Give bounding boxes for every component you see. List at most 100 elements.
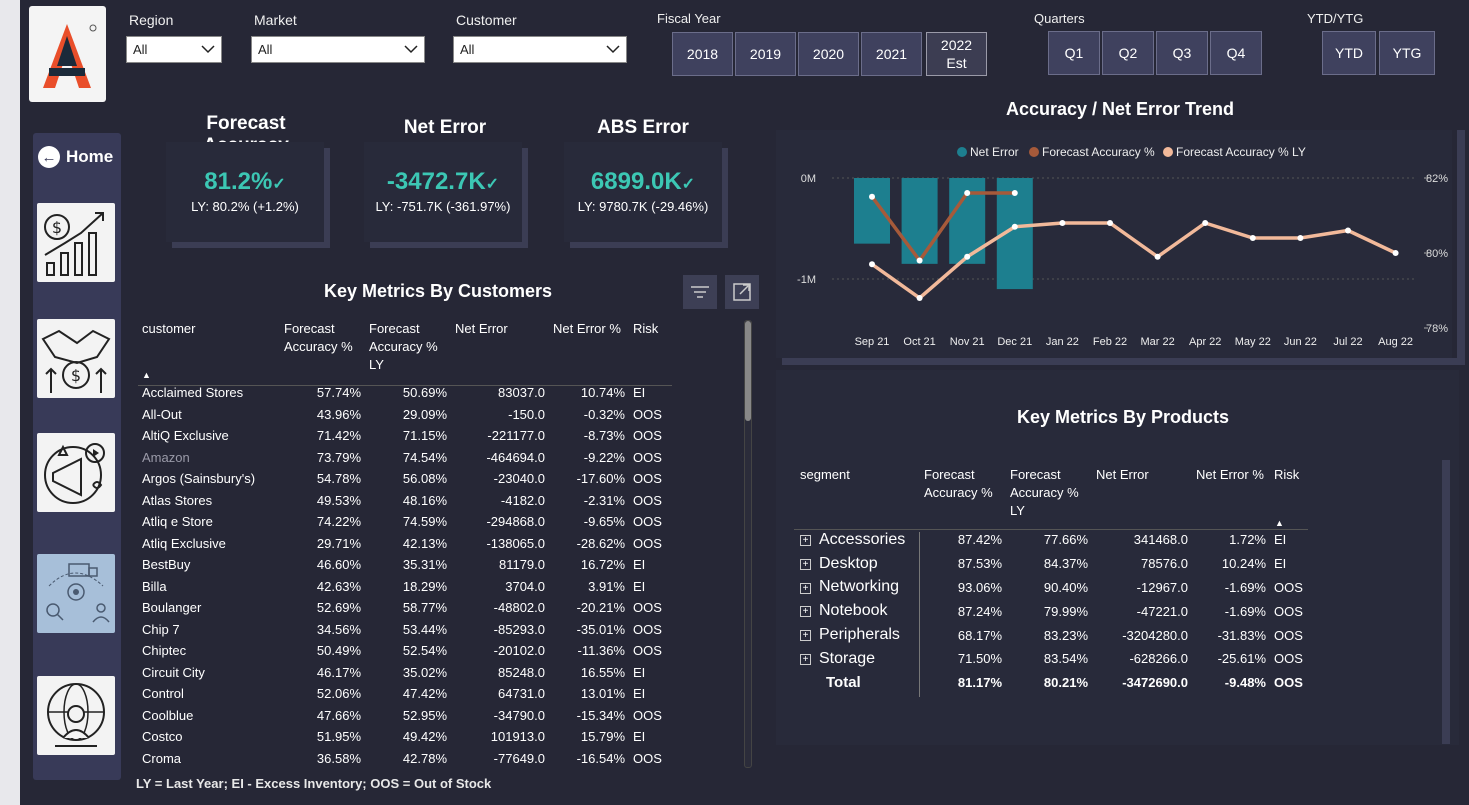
table-row[interactable]: Atliq Exclusive 29.71% 42.13% -138065.0 -28.…	[138, 533, 672, 555]
market-value: All	[258, 42, 273, 57]
table-row[interactable]: Billa 42.63% 18.29% 3704.0 3.91% EI	[138, 576, 672, 598]
expand-icon[interactable]: +	[800, 606, 811, 618]
scrollbar-thumb[interactable]	[745, 321, 751, 421]
customer-name-cell: Circuit City	[142, 664, 205, 680]
table-row[interactable]: Argos (Sainsbury's) 54.78% 56.08% -23040.0 -…	[138, 468, 672, 490]
table-row[interactable]: AltiQ Exclusive 71.42% 71.15% -221177.0 -8.7…	[138, 425, 672, 447]
nav-supply-chain-view[interactable]	[37, 554, 115, 633]
table-row[interactable]: Circuit City 46.17% 35.02% 85248.0 16.55% EI	[138, 662, 672, 684]
metric-cell: -31.83%	[1217, 627, 1266, 643]
metric-cell: 46.17%	[316, 664, 361, 680]
col-header-net-error-pct[interactable]: Net Error %	[549, 320, 629, 382]
col-header-forecast-accuracy-ly[interactable]: Forecast Accuracy % LY	[365, 320, 451, 382]
filter-icon[interactable]	[683, 275, 717, 309]
table-row[interactable]: Coolblue 47.66% 52.95% -34790.0 -15.34% OOS	[138, 705, 672, 727]
expand-icon[interactable]: +	[800, 558, 811, 570]
metric-cell: EI	[633, 557, 646, 573]
fy-2019-button[interactable]: 2019	[735, 32, 796, 76]
home-button[interactable]: ← Home	[38, 146, 113, 168]
table-row[interactable]: Atliq e Store 74.22% 74.59% -294868.0 -9.65%…	[138, 511, 672, 533]
metric-cell: 74.22%	[316, 514, 361, 530]
fy-2021-button[interactable]: 2021	[861, 32, 922, 76]
table-row[interactable]: All-Out 43.96% 29.09% -150.0 -0.32% OOS	[138, 404, 672, 426]
scrollbar-track[interactable]	[744, 320, 752, 768]
table-row[interactable]: Control 52.06% 47.42% 64731.0 13.01% EI	[138, 683, 672, 705]
table-row[interactable]: Atlas Stores 49.53% 48.16% -4182.0 -2.31% OOS	[138, 490, 672, 512]
table-row[interactable]: Boulanger 52.69% 58.77% -48802.0 -20.21% OOS	[138, 597, 672, 619]
panel-shadow	[1457, 130, 1465, 365]
metric-cell: -464694.0	[486, 449, 545, 465]
expand-icon[interactable]: +	[800, 582, 811, 594]
col-header-customer[interactable]: customer	[138, 320, 280, 382]
market-dropdown[interactable]: All	[251, 36, 425, 63]
q3-button[interactable]: Q3	[1156, 31, 1208, 75]
customer-name-cell: Chip 7	[142, 621, 180, 637]
row-header-divider	[919, 532, 920, 697]
metric-cell: OOS	[633, 492, 662, 508]
col-header-net-error-pct[interactable]: Net Error %	[1192, 466, 1270, 528]
col-header-forecast-accuracy[interactable]: Forecast Accuracy %	[280, 320, 365, 382]
table-row[interactable]: Chip 7 34.56% 53.44% -85293.0 -35.01% OOS	[138, 619, 672, 641]
total-cell: OOS	[1274, 675, 1303, 691]
x-axis-tick: Jan 22	[1046, 336, 1079, 348]
customer-dropdown[interactable]: All	[453, 36, 627, 63]
svg-text:$: $	[52, 218, 62, 237]
table-row[interactable]: + Storage 71.50% 83.54% -628266.0 -25.61% OOS	[796, 647, 1310, 671]
metric-cell: -221177.0	[487, 428, 545, 444]
table-row[interactable]: + Peripherals 68.17% 83.23% -3204280.0 -31.83…	[796, 623, 1310, 647]
segment-cell: + Notebook	[796, 599, 920, 623]
nav-sales-view[interactable]: $	[37, 319, 115, 398]
fy-2022-est-button[interactable]: 2022 Est	[926, 32, 987, 76]
col-header-forecast-accuracy-ly[interactable]: Forecast Accuracy % LY	[1006, 466, 1092, 528]
col-header-net-error[interactable]: Net Error	[1092, 466, 1192, 528]
region-dropdown[interactable]: All	[126, 36, 222, 63]
col-header-segment[interactable]: segment	[796, 466, 920, 528]
q4-button[interactable]: Q4	[1210, 31, 1262, 75]
metric-cell: 16.72%	[580, 557, 625, 573]
line-point	[869, 261, 875, 268]
line-point	[1059, 220, 1066, 226]
table-row[interactable]: Amazon 73.79% 74.54% -464694.0 -9.22% OOS	[138, 447, 672, 469]
table-row[interactable]: Costco 51.95% 49.42% 101913.0 15.79% EI	[138, 726, 672, 748]
table-row[interactable]: + Networking 93.06% 90.40% -12967.0 -1.69% OOS	[796, 576, 1310, 600]
metric-cell: -15.34%	[576, 707, 625, 723]
nav-support-view[interactable]	[37, 676, 115, 755]
table-row[interactable]: BestBuy 46.60% 35.31% 81179.0 16.72% EI	[138, 554, 672, 576]
ytd-button[interactable]: YTD	[1322, 31, 1376, 75]
expand-icon[interactable]: +	[800, 534, 811, 546]
supply-chain-icon	[46, 563, 110, 623]
table-row[interactable]: Croma 36.58% 42.78% -77649.0 -16.54% OOS	[138, 748, 672, 770]
nav-finance-view[interactable]: $	[37, 203, 115, 282]
expand-icon[interactable]: +	[800, 653, 811, 665]
table-row[interactable]: + Accessories 87.42% 77.66% 341468.0 1.72% EI	[796, 528, 1310, 552]
metric-cell: -77649.0	[493, 750, 545, 766]
fy-2020-button[interactable]: 2020	[798, 32, 859, 76]
customers-table: customer Forecast Accuracy % Forecast Ac…	[138, 320, 672, 769]
fy-2018-button[interactable]: 2018	[672, 32, 733, 76]
left-axis-tick: -1M	[797, 274, 816, 286]
table-row[interactable]: + Notebook 87.24% 79.99% -47221.0 -1.69% OOS	[796, 599, 1310, 623]
metric-cell: 74.59%	[402, 514, 447, 530]
table-row[interactable]: + Desktop 87.53% 84.37% 78576.0 10.24% EI	[796, 552, 1310, 576]
metric-cell: EI	[633, 686, 646, 702]
expand-icon[interactable]: +	[800, 630, 811, 642]
kpi-card-forecast-accuracy: 81.2%✓ LY: 80.2% (+1.2%)	[166, 142, 324, 242]
line-point	[916, 257, 923, 264]
metric-cell: 3704.0	[505, 578, 545, 594]
metric-cell: 90.40%	[1043, 579, 1088, 595]
col-header-risk[interactable]: Risk	[629, 320, 672, 382]
col-header-forecast-accuracy[interactable]: Forecast Accuracy %	[920, 466, 1006, 528]
metric-cell: OOS	[1274, 579, 1303, 595]
nav-marketing-view[interactable]	[37, 433, 115, 512]
q1-button[interactable]: Q1	[1048, 31, 1100, 75]
q2-button[interactable]: Q2	[1102, 31, 1154, 75]
metric-cell: -4182.0	[500, 492, 545, 508]
metric-cell: -8.73%	[583, 428, 625, 444]
metric-cell: OOS	[633, 514, 662, 530]
focus-mode-icon[interactable]	[725, 275, 759, 309]
table-row[interactable]: Chiptec 50.49% 52.54% -20102.0 -11.36% OOS	[138, 640, 672, 662]
metric-cell: -85293.0	[493, 621, 545, 637]
ytg-button[interactable]: YTG	[1379, 31, 1435, 75]
right-axis-tick: 78%	[1426, 323, 1448, 335]
col-header-net-error[interactable]: Net Error	[451, 320, 549, 382]
